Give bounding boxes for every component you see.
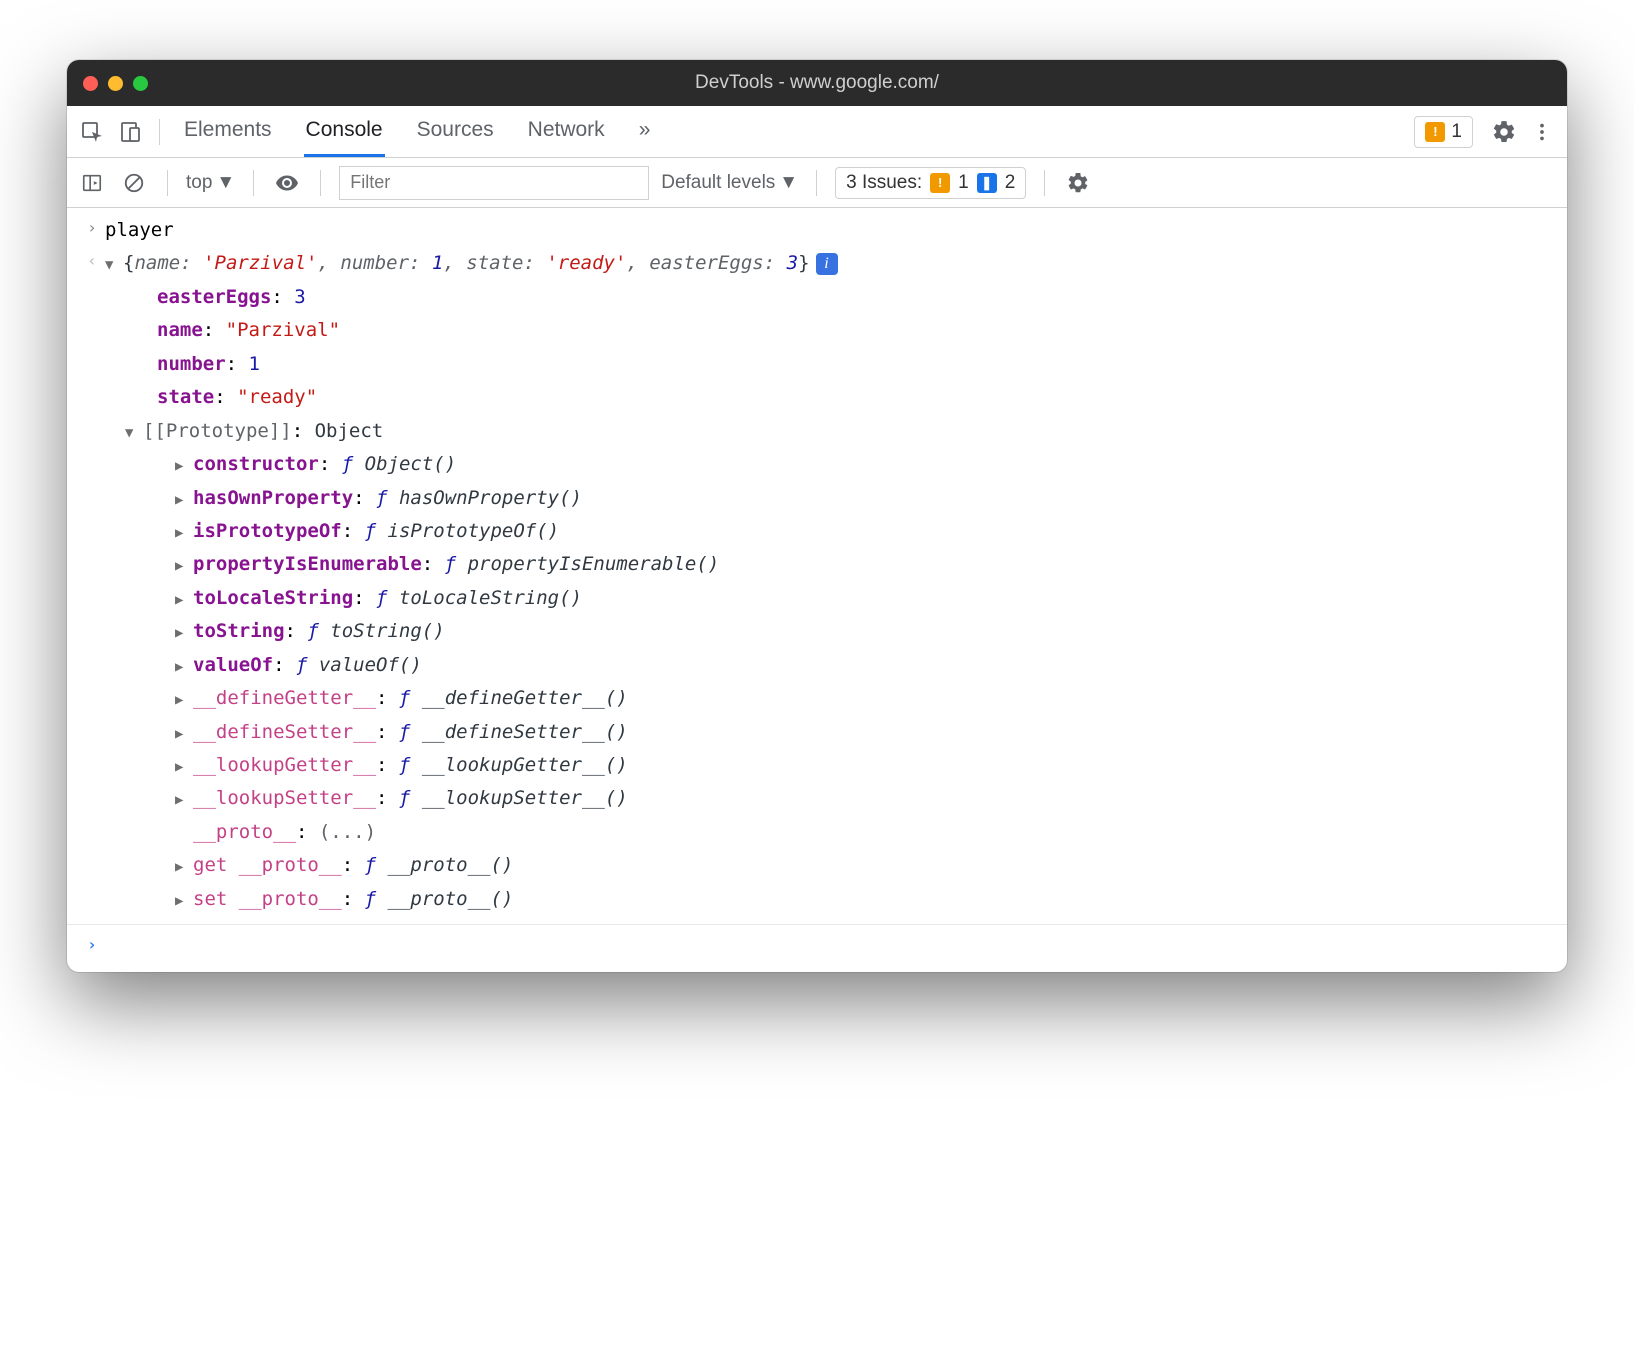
maximize-window-button[interactable] xyxy=(133,76,148,91)
divider xyxy=(320,170,321,196)
panel-tabs: Elements Console Sources Network » xyxy=(182,106,652,157)
chevron-down-icon: ▼ xyxy=(779,172,798,194)
tab-network[interactable]: Network xyxy=(526,106,607,157)
divider xyxy=(253,170,254,196)
prototype-method[interactable]: __defineSetter__: ƒ __defineSetter__() xyxy=(67,716,1567,749)
expand-toggle-icon[interactable] xyxy=(175,790,189,812)
expand-toggle-icon[interactable] xyxy=(105,255,119,277)
expand-toggle-icon[interactable] xyxy=(175,857,189,879)
issues-label: 3 Issues: xyxy=(846,172,922,194)
device-toggle-icon[interactable] xyxy=(115,117,145,147)
execution-context-selector[interactable]: top ▼ xyxy=(186,172,235,194)
kebab-menu-icon[interactable] xyxy=(1527,117,1557,147)
prototype-row[interactable]: [[Prototype]]: Object xyxy=(67,415,1567,448)
traffic-lights xyxy=(83,76,148,91)
filter-input[interactable] xyxy=(339,166,649,200)
prototype-method[interactable]: toLocaleString: ƒ toLocaleString() xyxy=(67,582,1567,615)
expand-toggle-icon[interactable] xyxy=(175,490,189,512)
object-property[interactable]: number: 1 xyxy=(67,348,1567,381)
prototype-accessor[interactable]: set __proto__: ƒ __proto__() xyxy=(67,883,1567,916)
object-property[interactable]: state: "ready" xyxy=(67,381,1567,414)
prototype-accessor[interactable]: get __proto__: ƒ __proto__() xyxy=(67,849,1567,882)
console-filterbar: top ▼ Default levels ▼ 3 Issues: ! 1 ❚ 2 xyxy=(67,158,1567,208)
output-chevron-icon: ‹ xyxy=(79,249,105,274)
expand-toggle-icon[interactable] xyxy=(175,690,189,712)
sidebar-toggle-icon[interactable] xyxy=(77,168,107,198)
prototype-method[interactable]: __defineGetter__: ƒ __defineGetter__() xyxy=(67,682,1567,715)
prototype-method[interactable]: valueOf: ƒ valueOf() xyxy=(67,649,1567,682)
divider xyxy=(1044,170,1045,196)
object-property[interactable]: name: "Parzival" xyxy=(67,314,1567,347)
divider xyxy=(816,170,817,196)
divider xyxy=(167,170,168,196)
prototype-method[interactable]: __lookupGetter__: ƒ __lookupGetter__() xyxy=(67,749,1567,782)
expand-toggle-icon[interactable] xyxy=(175,757,189,779)
close-window-button[interactable] xyxy=(83,76,98,91)
prototype-method[interactable]: propertyIsEnumerable: ƒ propertyIsEnumer… xyxy=(67,548,1567,581)
console-output-row[interactable]: ‹ {name: 'Parzival', number: 1, state: '… xyxy=(67,247,1567,280)
levels-label: Default levels xyxy=(661,172,775,194)
tab-console[interactable]: Console xyxy=(304,106,385,157)
warnings-badge[interactable]: ! 1 xyxy=(1414,116,1473,148)
proto-accessor[interactable]: __proto__: (...) xyxy=(67,816,1567,849)
console-input-text: player xyxy=(105,216,1555,245)
inspect-element-icon[interactable] xyxy=(77,117,107,147)
expand-toggle-icon[interactable] xyxy=(175,891,189,913)
expand-toggle-icon[interactable] xyxy=(175,590,189,612)
expand-toggle-icon[interactable] xyxy=(175,657,189,679)
clear-console-icon[interactable] xyxy=(119,168,149,198)
expand-toggle-icon[interactable] xyxy=(175,556,189,578)
divider xyxy=(159,119,160,145)
minimize-window-button[interactable] xyxy=(108,76,123,91)
prototype-method[interactable]: toString: ƒ toString() xyxy=(67,615,1567,648)
window-title: DevTools - www.google.com/ xyxy=(67,72,1567,94)
issues-chip[interactable]: 3 Issues: ! 1 ❚ 2 xyxy=(835,167,1026,199)
info-icon[interactable]: i xyxy=(816,253,838,275)
tab-elements[interactable]: Elements xyxy=(182,106,274,157)
console-output: › player ‹ {name: 'Parzival', number: 1,… xyxy=(67,208,1567,972)
expand-toggle-icon[interactable] xyxy=(175,456,189,478)
tab-sources[interactable]: Sources xyxy=(415,106,496,157)
console-input-row: › player xyxy=(67,214,1567,247)
console-settings-icon[interactable] xyxy=(1063,168,1093,198)
prototype-method[interactable]: hasOwnProperty: ƒ hasOwnProperty() xyxy=(67,482,1567,515)
input-chevron-icon: › xyxy=(79,216,105,241)
prompt-chevron-icon: › xyxy=(79,933,105,958)
prototype-method[interactable]: isPrototypeOf: ƒ isPrototypeOf() xyxy=(67,515,1567,548)
warning-icon: ! xyxy=(1425,122,1445,142)
more-tabs-icon[interactable]: » xyxy=(637,106,653,157)
context-label: top xyxy=(186,172,212,194)
prototype-method[interactable]: __lookupSetter__: ƒ __lookupSetter__() xyxy=(67,782,1567,815)
expand-toggle-icon[interactable] xyxy=(125,423,139,445)
issues-warn-count: 1 xyxy=(958,172,969,194)
expand-toggle-icon[interactable] xyxy=(175,523,189,545)
expand-toggle-icon[interactable] xyxy=(175,724,189,746)
main-toolbar: Elements Console Sources Network » ! 1 xyxy=(67,106,1567,158)
object-property[interactable]: easterEggs: 3 xyxy=(67,281,1567,314)
log-levels-selector[interactable]: Default levels ▼ xyxy=(661,172,798,194)
settings-icon[interactable] xyxy=(1489,117,1519,147)
chevron-down-icon: ▼ xyxy=(216,172,235,194)
console-prompt[interactable]: › xyxy=(67,925,1567,972)
titlebar: DevTools - www.google.com/ xyxy=(67,60,1567,106)
live-expression-icon[interactable] xyxy=(272,168,302,198)
issues-info-count: 2 xyxy=(1005,172,1016,194)
devtools-window: DevTools - www.google.com/ Elements Cons… xyxy=(67,60,1567,972)
info-icon: ❚ xyxy=(977,173,997,193)
expand-toggle-icon[interactable] xyxy=(175,623,189,645)
prototype-method[interactable]: constructor: ƒ Object() xyxy=(67,448,1567,481)
warning-icon: ! xyxy=(930,173,950,193)
warning-count: 1 xyxy=(1451,121,1462,143)
object-preview: {name: 'Parzival', number: 1, state: 're… xyxy=(105,249,1555,278)
